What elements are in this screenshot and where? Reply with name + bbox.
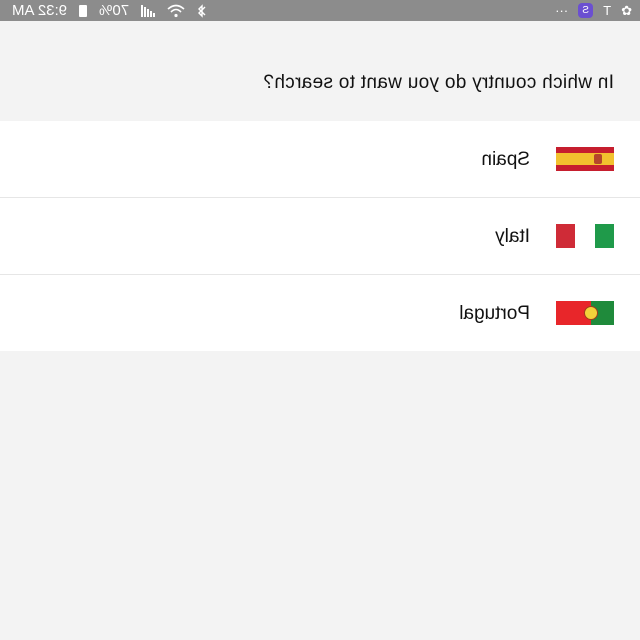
status-bar: ✿ T S ··· 70% 9:32 AM [0,0,640,21]
bluetooth-icon [197,3,207,18]
country-name: Spain [481,149,530,170]
header: In which country do you want to search? [0,21,640,121]
pinwheel-icon: ✿ [621,3,632,18]
status-time: 9:32 AM [12,2,68,19]
overflow-icon: ··· [555,3,569,18]
screen: ✿ T S ··· 70% 9:32 AM In which country d… [0,0,640,640]
battery-percentage: 70% [99,2,130,19]
wifi-icon [167,4,185,18]
country-item-spain[interactable]: Spain [0,121,640,198]
status-right-group: 70% 9:32 AM [12,0,207,21]
status-left-group: ✿ T S ··· [555,0,632,21]
country-name: Portugal [459,303,530,324]
signal-icon [141,4,156,17]
spain-flag-icon [556,147,614,171]
app-badge-icon: S [578,3,594,18]
italy-flag-icon [556,224,614,248]
portugal-seal-icon [584,306,598,320]
spain-coat-of-arms-icon [594,154,602,164]
page-question: In which country do you want to search? [263,72,614,93]
country-name: Italy [495,226,530,247]
battery-icon [79,4,88,17]
country-item-italy[interactable]: Italy [0,198,640,275]
carrier-icon: T [603,3,612,18]
portugal-flag-icon [556,301,614,325]
country-list: Spain Italy Portugal [0,121,640,351]
country-item-portugal[interactable]: Portugal [0,275,640,351]
